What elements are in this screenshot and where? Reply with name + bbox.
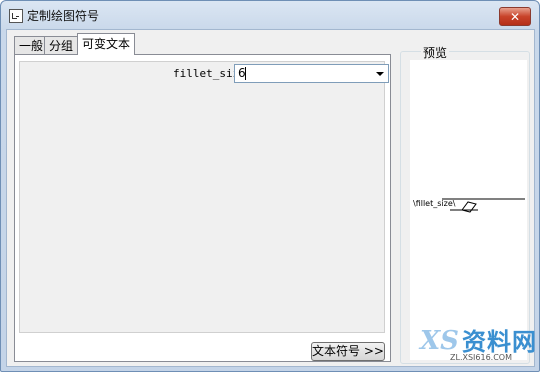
tab-panel-variable-text: fillet_size 6 文本符号 >> (14, 54, 391, 362)
dialog-body: 一般 分组 可变文本 fillet_size 6 文本符号 >> 预览 \fil… (6, 29, 535, 367)
text-caret (245, 67, 246, 80)
app-icon (9, 9, 23, 23)
tab-variable-text[interactable]: 可变文本 (77, 33, 136, 55)
close-icon: ✕ (509, 9, 521, 24)
preview-canvas: \fillet_size\ (410, 60, 527, 360)
close-button[interactable]: ✕ (499, 7, 531, 26)
tab-group[interactable]: 分组 (44, 36, 79, 54)
watermark-logo: XS 资料网 ZL.XSI616.COM (420, 320, 538, 370)
dialog-window: 定制绘图符号 ✕ 一般 分组 可变文本 fillet_size 6 文本符号 >… (0, 0, 540, 372)
fillet-size-combobox[interactable]: 6 (234, 64, 389, 83)
window-title: 定制绘图符号 (27, 9, 100, 23)
tab-general[interactable]: 一般 (14, 36, 49, 54)
variable-text-list: fillet_size 6 (19, 61, 389, 333)
watermark-brand: 资料网 (462, 328, 537, 356)
preview-group: 预览 \fillet_size\ (400, 44, 530, 364)
text-symbol-button[interactable]: 文本符号 >> (311, 342, 385, 361)
fillet-symbol-graphic (442, 198, 525, 213)
watermark-url: ZL.XSI616.COM (450, 353, 512, 362)
preview-label: 预览 (421, 44, 450, 61)
watermark-logo-mark: XS (420, 326, 459, 356)
title-bar[interactable]: 定制绘图符号 ✕ (1, 1, 539, 29)
chevron-down-icon[interactable] (376, 72, 384, 76)
